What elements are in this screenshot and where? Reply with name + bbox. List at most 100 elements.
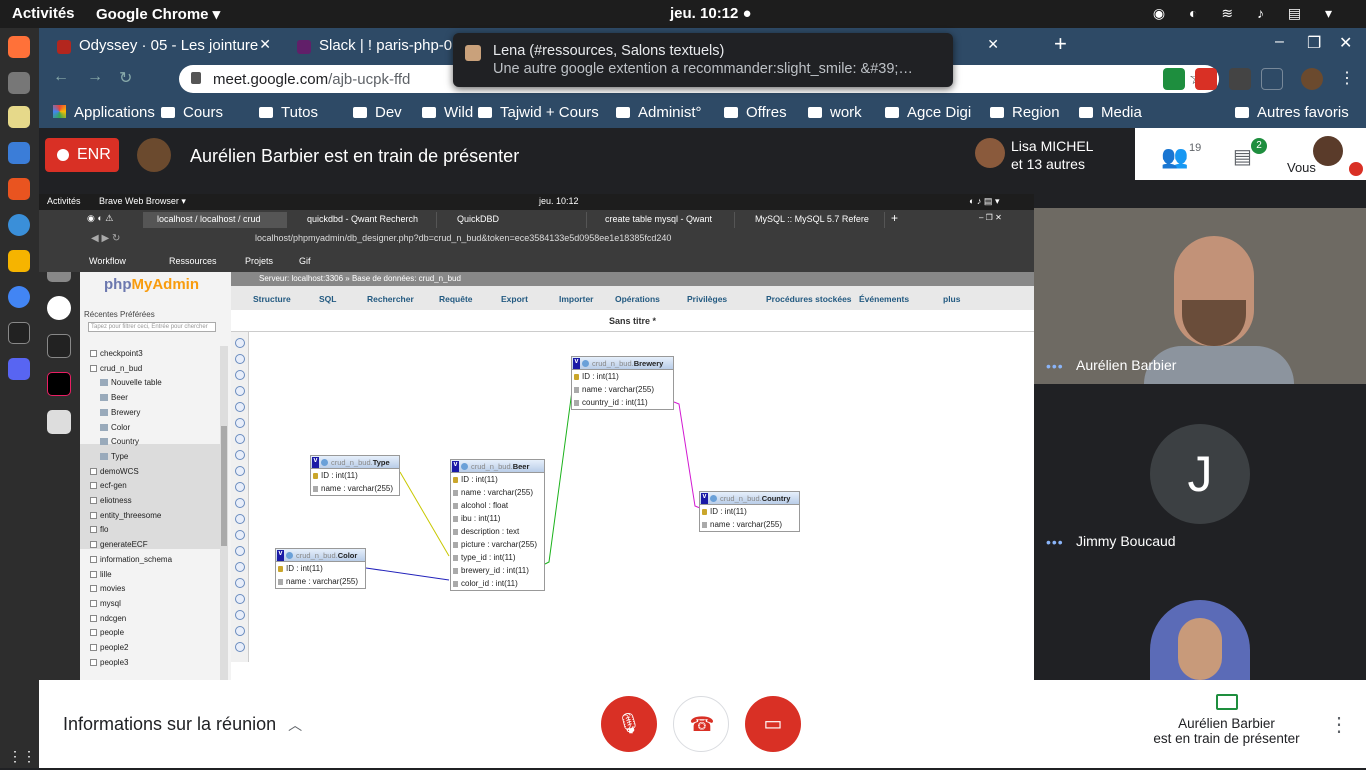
brave-window-controls: – ❐ ✕ xyxy=(979,213,1002,222)
table-color: v crud_n_bud.Color ID : int(11) name : varc… xyxy=(275,548,366,589)
key-icon xyxy=(702,509,707,515)
docs-icon[interactable] xyxy=(8,142,30,164)
bookmark-folder[interactable]: Region xyxy=(990,104,1060,121)
tree-item: Color xyxy=(100,423,130,432)
participant-tile[interactable]: ••• Aurélien Barbier xyxy=(1034,208,1366,384)
help-icon[interactable] xyxy=(8,214,30,236)
system-tray-icons[interactable]: ◉ ◐ ≋ ♪ ▤ ▾ xyxy=(1153,5,1342,22)
designer-tool-icon xyxy=(235,450,245,460)
bookmark-folder[interactable]: Wild xyxy=(422,104,473,121)
app-menu[interactable]: Google Chrome ▾ xyxy=(96,5,220,23)
terminal-icon[interactable] xyxy=(8,322,30,344)
close-tab-icon[interactable]: ✕ xyxy=(979,32,999,60)
self-avatar[interactable] xyxy=(1313,136,1343,166)
pma-menu-item: Structure xyxy=(253,294,291,304)
people-count: 19 xyxy=(1189,142,1202,154)
bookmark-label: work xyxy=(830,104,862,121)
table-icon xyxy=(100,452,108,460)
show-apps-icon[interactable]: ⋮⋮ xyxy=(8,748,36,770)
column-label: name : varchar(255) xyxy=(582,385,655,394)
bookmark-folder[interactable]: Administ° xyxy=(616,104,702,121)
bookmark-folder[interactable]: work xyxy=(808,104,862,121)
tree-item: entity_threesome xyxy=(90,511,161,520)
extension-icon[interactable] xyxy=(1261,68,1283,90)
profile-avatar[interactable] xyxy=(1301,68,1323,90)
bookmark-folder[interactable]: Media xyxy=(1079,104,1142,121)
minimize-button[interactable]: – xyxy=(1275,33,1284,51)
table-options-icon xyxy=(321,459,328,466)
apps-grid-icon xyxy=(53,105,66,118)
tree-item-label: Color xyxy=(111,422,131,432)
mic-toggle-button[interactable]: 🎙 xyxy=(601,696,657,752)
discord-icon[interactable] xyxy=(8,358,30,380)
brave-url: localhost/phpmyadmin/db_designer.php?db=… xyxy=(255,233,672,243)
bookmark-folder[interactable]: Agce Digi xyxy=(885,104,971,121)
sublime-icon[interactable] xyxy=(8,250,30,272)
chrome-menu-icon[interactable]: ⋮ xyxy=(1339,68,1355,88)
chat-icon[interactable]: ▤ xyxy=(1233,144,1252,169)
table-column: ID : int(11) xyxy=(276,562,365,575)
more-options-icon[interactable]: ⋮ xyxy=(1329,712,1349,737)
bookmark-folder[interactable]: Dev xyxy=(353,104,402,121)
bookmark-folder[interactable]: Tajwid + Cours xyxy=(478,104,599,121)
presenting-status-button[interactable]: Aurélien Barbier est en train de présent… xyxy=(1144,694,1309,746)
pma-navigation: phpMyAdmin Récentes Préférées Tapez pour… xyxy=(80,272,231,680)
column-label: alcohol : float xyxy=(461,501,509,510)
extension-icon[interactable] xyxy=(1229,68,1251,90)
camera-toggle-button[interactable]: ▭ xyxy=(745,696,801,752)
column-label: type_id : int(11) xyxy=(461,553,516,562)
participant-avatar[interactable] xyxy=(1150,600,1250,680)
participant-avatar[interactable]: J xyxy=(1150,424,1250,524)
expand-box-icon xyxy=(90,511,97,519)
bookmark-folder[interactable]: Cours xyxy=(161,104,223,121)
table-column: ID : int(11) xyxy=(451,473,544,486)
participants-summary[interactable]: Lisa MICHEL et 13 autres xyxy=(963,130,1137,180)
slack-notification[interactable]: Lena (#ressources, Salons textuels) Une … xyxy=(453,33,953,87)
expand-box-icon xyxy=(90,614,97,622)
hang-up-button[interactable]: ☎ xyxy=(673,696,729,752)
files-icon[interactable] xyxy=(8,72,30,94)
expand-box-icon xyxy=(90,570,97,578)
column-label: ID : int(11) xyxy=(710,507,747,516)
editor-icon xyxy=(47,410,71,434)
column-label: name : varchar(255) xyxy=(461,488,534,497)
clock[interactable]: jeu. 10:12 ● xyxy=(670,5,752,22)
firefox-icon[interactable] xyxy=(8,36,30,58)
brave-address-bar: ◀ ▶ ↻ localhost/phpmyadmin/db_designer.p… xyxy=(39,228,1034,250)
back-icon[interactable]: ← xyxy=(53,68,69,86)
bookmark-label: Tajwid + Cours xyxy=(500,104,599,121)
tree-item-label: information_schema xyxy=(100,554,173,564)
extension-icon[interactable] xyxy=(1163,68,1185,90)
bookmark-folder[interactable]: Tutos xyxy=(259,104,318,121)
maximize-button[interactable]: ❐ xyxy=(1307,33,1321,53)
table-column: name : varchar(255) xyxy=(311,482,399,495)
column-icon xyxy=(453,490,458,496)
close-tab-icon[interactable]: ✕ xyxy=(259,36,271,53)
pma-menu-item: Événements xyxy=(859,294,910,304)
pma-menu-item: plus xyxy=(943,294,961,304)
table-icon xyxy=(100,438,108,446)
designer-tool-icon xyxy=(235,418,245,428)
bookmark-folder[interactable]: Offres xyxy=(724,104,787,121)
other-bookmarks[interactable]: Autres favoris xyxy=(1235,104,1349,121)
folder-icon xyxy=(478,107,492,118)
activities-button[interactable]: Activités xyxy=(12,5,75,22)
tab-odyssey[interactable]: Odyssey · 05 - Les jointure ✕ xyxy=(39,32,279,60)
column-label: ID : int(11) xyxy=(461,475,498,484)
recording-badge[interactable]: ENR xyxy=(45,138,119,172)
bookmark-applications[interactable]: Applications xyxy=(53,104,155,121)
participant-name: Jimmy Boucaud xyxy=(1076,533,1176,549)
new-tab-button[interactable]: + xyxy=(1054,31,1067,57)
bookmark-label: Region xyxy=(1012,104,1060,121)
pma-menu-item: Rechercher xyxy=(367,294,414,304)
meeting-info-button[interactable]: Informations sur la réunion ︿ xyxy=(63,714,302,735)
close-window-button[interactable]: ✕ xyxy=(1339,33,1352,53)
chrome-icon[interactable] xyxy=(8,286,30,308)
forward-icon[interactable]: → xyxy=(87,68,103,86)
software-icon[interactable] xyxy=(8,178,30,200)
extension-icon[interactable] xyxy=(1195,68,1217,90)
app-icon[interactable] xyxy=(8,106,30,128)
reload-icon[interactable]: ↻ xyxy=(119,68,132,88)
people-icon[interactable]: 👥 xyxy=(1161,144,1188,170)
url-domain: meet.google.com xyxy=(213,71,329,88)
